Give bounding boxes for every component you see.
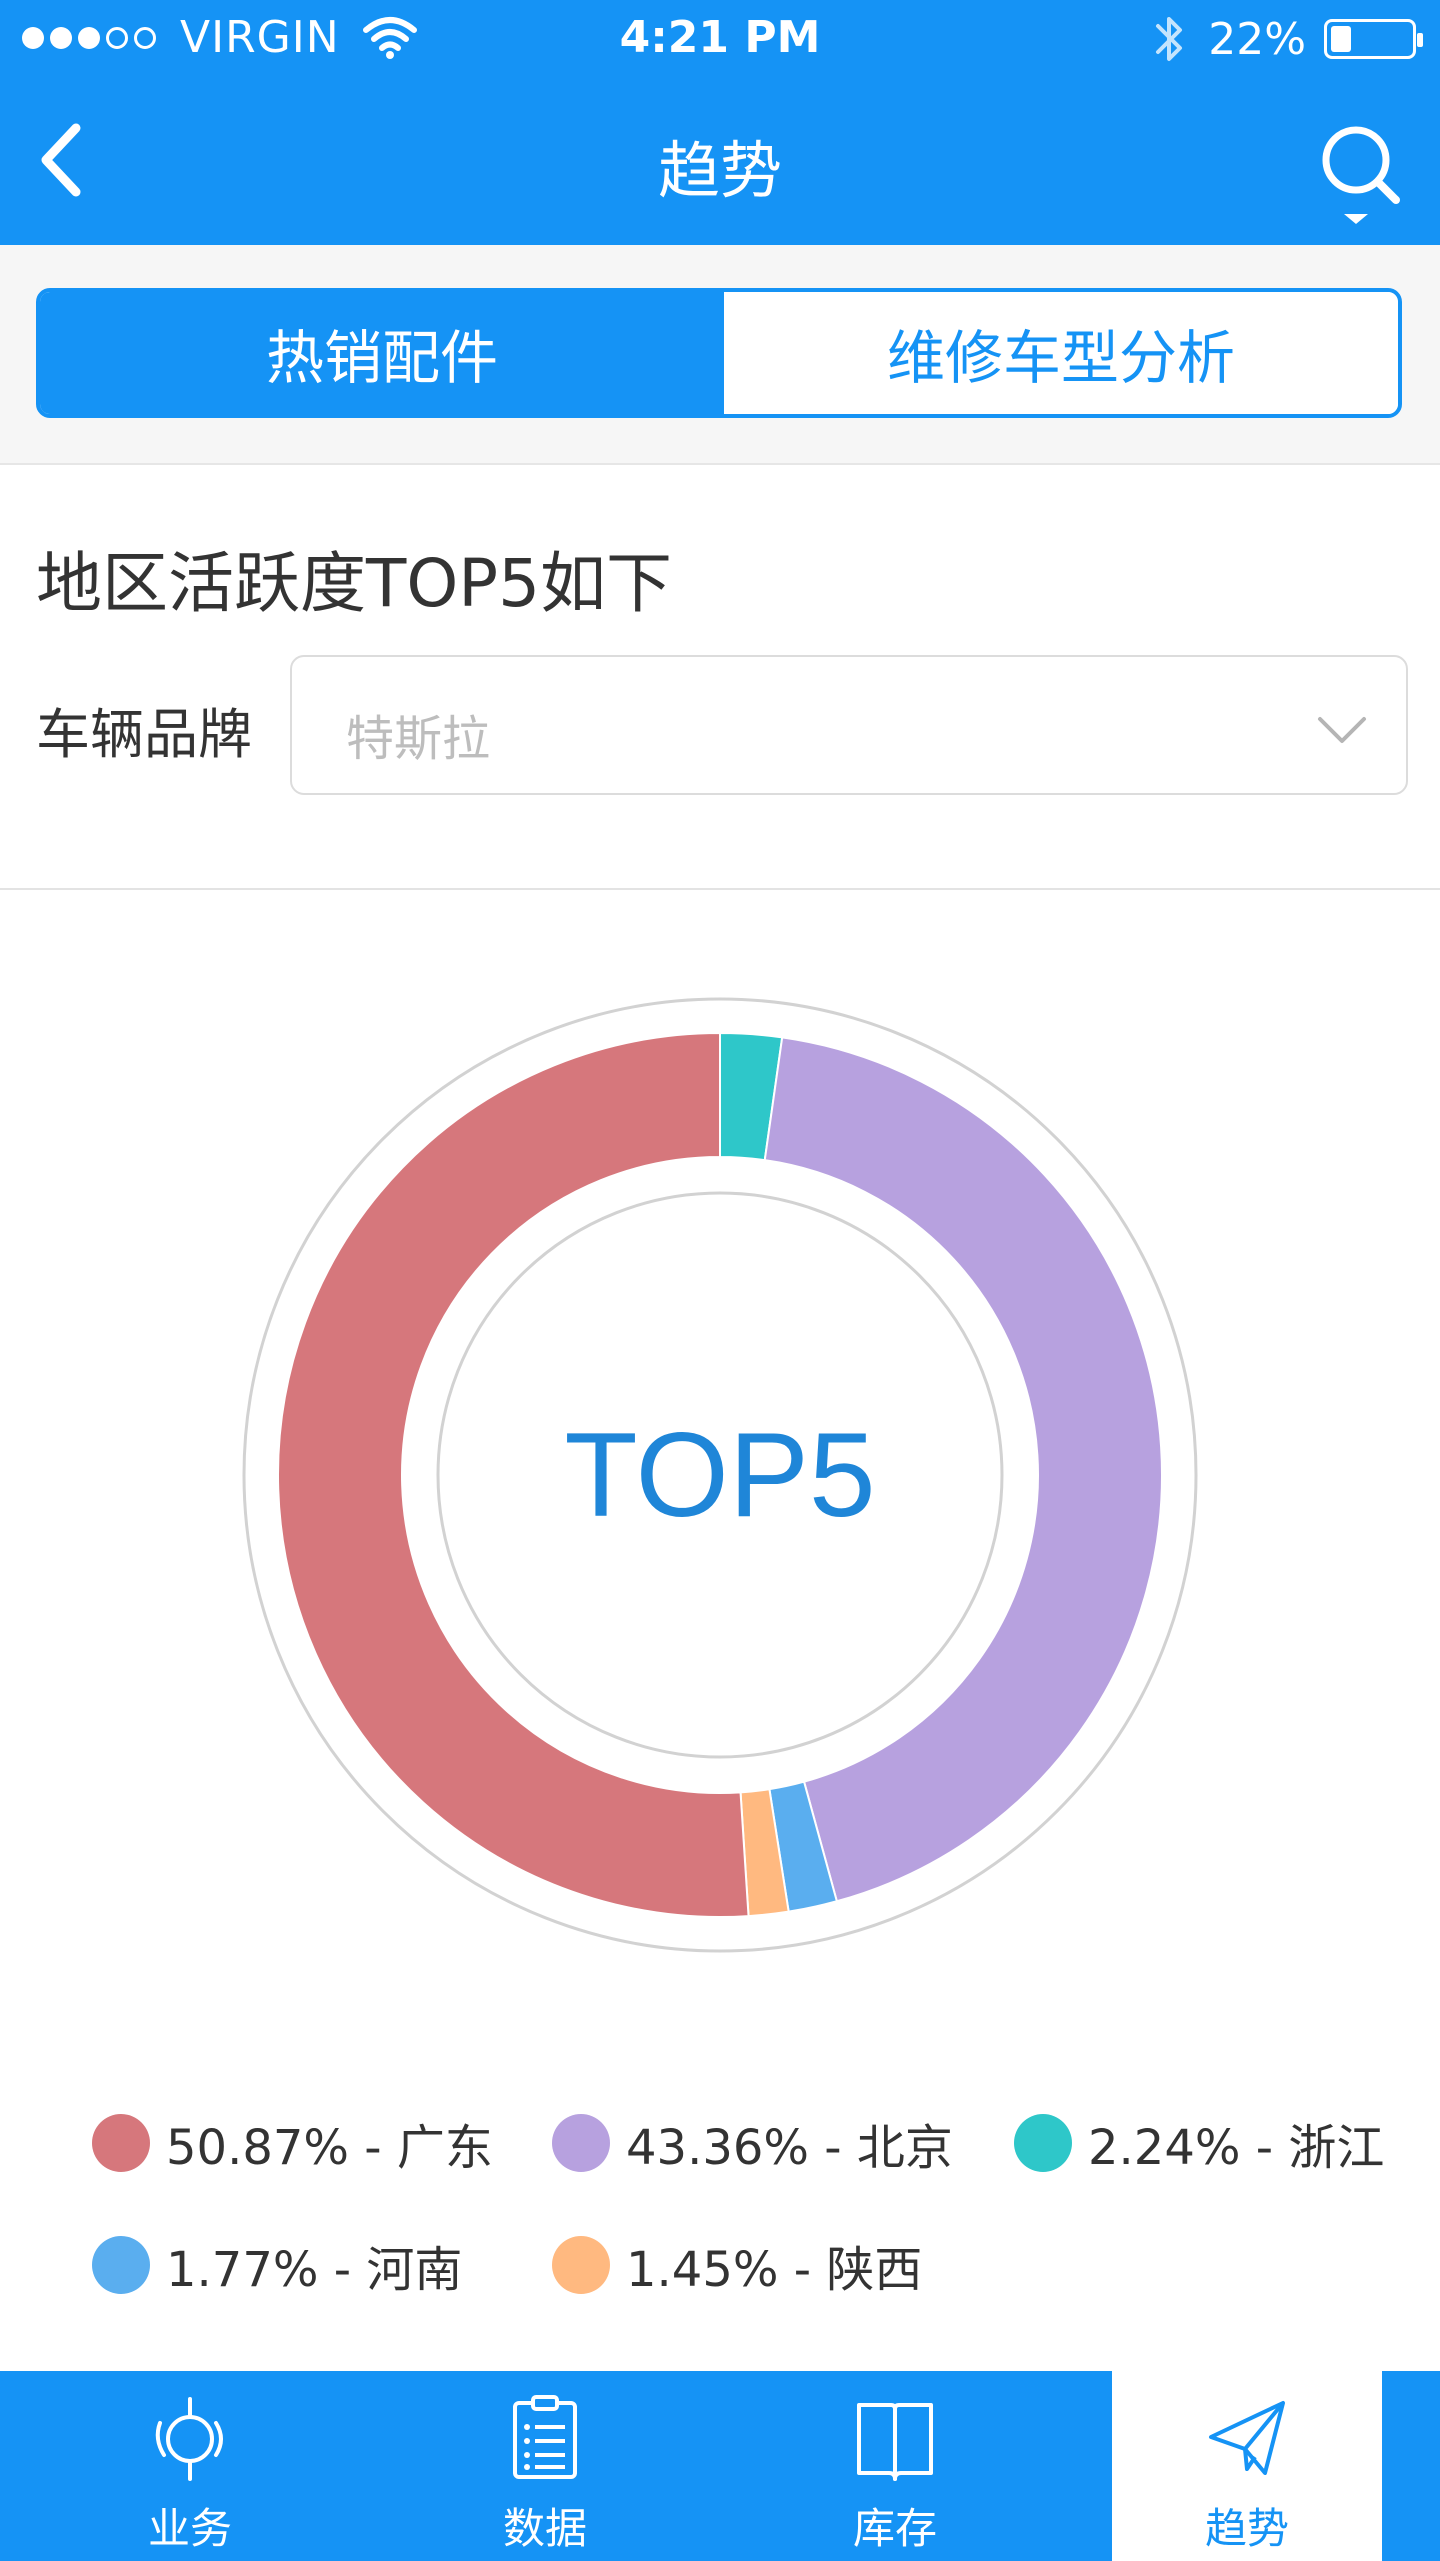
status-right: 22% (1150, 12, 1423, 66)
trend-screen: VIRGIN 4:21 PM 22% 趋势 热销配件 维修车型分析 地区活跃度T… (0, 0, 1440, 2561)
tabbar-label: 趋势 (1204, 2504, 1289, 2553)
tabbar-item-data[interactable]: 数据 (410, 2371, 680, 2561)
legend-swatch (92, 2114, 150, 2172)
legend-label: 1.77% - 河南 (166, 2242, 463, 2298)
legend-label: 43.36% - 北京 (626, 2120, 953, 2176)
donut-chart: TOP5 (242, 997, 1198, 1953)
tabbar-label: 业务 (147, 2504, 232, 2553)
clipboard-list-icon (513, 2395, 577, 2479)
page-title: 趋势 (657, 134, 782, 207)
tabbar-item-business[interactable]: 业务 (55, 2371, 325, 2561)
region-activity-chart: TOP5 (0, 890, 1440, 2030)
legend-item[interactable]: 1.45% - 陕西 (552, 2230, 922, 2300)
tabbar-label: 库存 (852, 2504, 937, 2553)
legend-item[interactable]: 43.36% - 北京 (552, 2108, 953, 2178)
legend-item[interactable]: 2.24% - 浙江 (1014, 2108, 1384, 2178)
tabbar-item-inventory[interactable]: 库存 (760, 2371, 1030, 2561)
legend-swatch (552, 2236, 610, 2294)
legend-item[interactable]: 1.77% - 河南 (92, 2230, 462, 2300)
tabbar-label: 数据 (502, 2504, 587, 2553)
tabbar-item-trend[interactable]: 趋势 (1112, 2371, 1382, 2561)
section-title: 地区活跃度TOP5如下 (36, 545, 673, 622)
chart-center-label: TOP5 (564, 1408, 875, 1542)
bottom-tab-bar: 业务 数据 库存 趋势 (0, 2371, 1440, 2561)
tab-hot-parts[interactable]: 热销配件 (40, 292, 724, 414)
segment-bar: 热销配件 维修车型分析 (0, 245, 1440, 465)
book-icon (857, 2403, 933, 2481)
legend-item[interactable]: 50.87% - 广东 (92, 2108, 493, 2178)
legend-swatch (92, 2236, 150, 2294)
segmented-control: 热销配件 维修车型分析 (36, 288, 1402, 418)
brand-select[interactable]: 特斯拉 (290, 655, 1408, 795)
legend-swatch (552, 2114, 610, 2172)
search-icon[interactable] (1316, 120, 1406, 230)
chart-legend: 50.87% - 广东 43.36% - 北京 2.24% - 浙江 1.77%… (0, 2080, 1440, 2340)
nav-bar: 趋势 (0, 80, 1440, 245)
tab-repair-models[interactable]: 维修车型分析 (724, 292, 1398, 414)
status-bar: VIRGIN 4:21 PM 22% (0, 0, 1440, 80)
battery-percent: 22% (1208, 13, 1306, 65)
chevron-down-icon (1318, 717, 1366, 743)
brand-select-value: 特斯拉 (346, 711, 491, 767)
legend-label: 50.87% - 广东 (166, 2120, 493, 2176)
legend-label: 2.24% - 浙江 (1088, 2120, 1385, 2176)
top-bar: VIRGIN 4:21 PM 22% 趋势 (0, 0, 1440, 245)
paper-plane-icon (1209, 2401, 1285, 2475)
battery-icon (1324, 19, 1423, 59)
bluetooth-icon (1156, 17, 1183, 61)
legend-swatch (1014, 2114, 1072, 2172)
brand-filter-label: 车辆品牌 (36, 703, 252, 766)
business-icon (155, 2397, 223, 2481)
legend-label: 1.45% - 陕西 (626, 2242, 923, 2298)
